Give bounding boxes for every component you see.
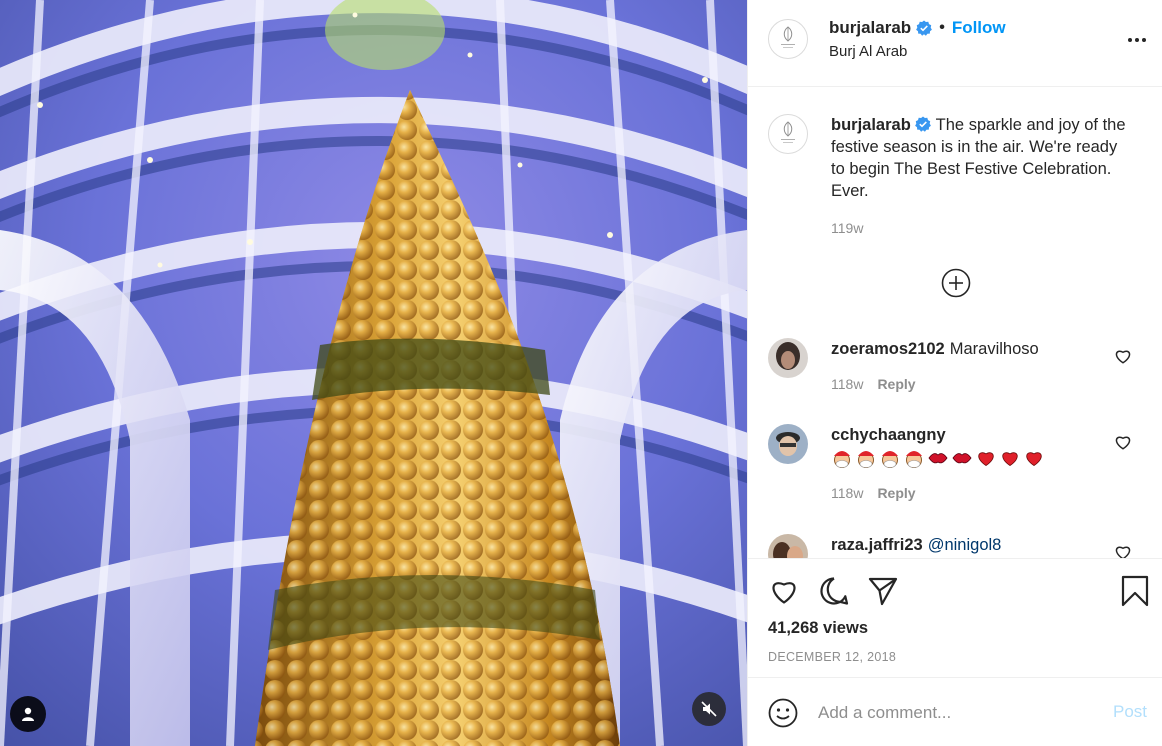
- location-link[interactable]: Burj Al Arab: [829, 43, 907, 60]
- commenter-username[interactable]: raza.jaffri23: [831, 536, 923, 554]
- santa-emoji: [858, 450, 874, 468]
- verified-badge-icon: [916, 20, 933, 36]
- emoji-icon[interactable]: [768, 698, 798, 728]
- user-photo: [768, 424, 808, 464]
- reply-button[interactable]: Reply: [877, 376, 915, 392]
- bookmark-icon[interactable]: [1119, 575, 1151, 607]
- follow-button[interactable]: Follow: [952, 18, 1006, 38]
- festive-tree-atrium-image: [0, 0, 747, 746]
- post-header: burjalarab • Follow Burj Al Arab: [748, 0, 1162, 87]
- reply-button[interactable]: Reply: [877, 485, 915, 501]
- heart-icon[interactable]: [1114, 433, 1132, 451]
- heart-emoji: [1002, 452, 1018, 466]
- santa-emoji: [906, 450, 922, 468]
- load-more-comments-icon[interactable]: [941, 268, 971, 298]
- post-comment-button[interactable]: Post: [1113, 702, 1147, 722]
- header-separator: •: [939, 19, 945, 36]
- burj-al-arab-logo: [781, 26, 795, 48]
- more-options-button[interactable]: [1126, 30, 1148, 50]
- commenter-avatar[interactable]: [768, 534, 808, 558]
- comment-icon[interactable]: [818, 575, 850, 607]
- comment-text-block: raza.jaffri23 @ninigol8: [831, 534, 1111, 556]
- commenter-username[interactable]: zoeramos2102: [831, 340, 945, 358]
- caption-username[interactable]: burjalarab: [831, 116, 911, 134]
- post-date[interactable]: DECEMBER 12, 2018: [768, 650, 896, 664]
- add-comment-bar: Post: [748, 677, 1162, 746]
- comment-text: Maravilhoso: [949, 340, 1039, 358]
- share-icon[interactable]: [867, 575, 899, 607]
- comment-timestamp[interactable]: 118w: [831, 376, 863, 392]
- comment-meta: 118w Reply: [831, 376, 916, 392]
- user-photo: [768, 338, 808, 378]
- comment-meta: 118w Reply: [831, 485, 916, 501]
- santa-emoji: [882, 450, 898, 468]
- user-photo: [768, 534, 808, 558]
- header-username[interactable]: burjalarab: [829, 18, 911, 38]
- lips-emoji: [952, 452, 972, 463]
- caption-timestamp[interactable]: 119w: [831, 220, 863, 236]
- comment-input[interactable]: [818, 699, 1098, 727]
- more-options-icon: [1128, 38, 1146, 42]
- burj-al-arab-logo: [781, 121, 795, 143]
- view-count[interactable]: 41,268 views: [768, 619, 868, 638]
- heart-icon[interactable]: [1114, 347, 1132, 365]
- comment-text-block: zoeramos2102 Maravilhoso: [831, 338, 1111, 360]
- heart-emoji: [1026, 452, 1042, 466]
- user-tag-button[interactable]: [10, 696, 46, 732]
- lips-emoji: [928, 452, 948, 463]
- comment-timestamp[interactable]: 118w: [831, 485, 863, 501]
- heart-icon[interactable]: [768, 575, 800, 607]
- emoji-row: [831, 448, 1045, 468]
- heart-icon[interactable]: [1114, 543, 1132, 558]
- user-tag-icon: [22, 707, 34, 721]
- mute-icon: [701, 701, 717, 717]
- commenter-username[interactable]: cchychaangny: [831, 426, 946, 444]
- heart-emoji: [978, 452, 994, 466]
- caption-avatar[interactable]: [768, 114, 808, 154]
- commenter-avatar[interactable]: [768, 338, 808, 378]
- verified-badge-icon: [915, 116, 932, 132]
- profile-avatar[interactable]: [768, 19, 808, 59]
- comment-mention[interactable]: @ninigol8: [928, 536, 1002, 554]
- post-details-panel: burjalarab • Follow Burj Al Arab burjala…: [747, 0, 1162, 746]
- post-actions: 41,268 views DECEMBER 12, 2018: [748, 558, 1162, 676]
- caption-text-block: burjalarab The sparkle and joy of the fe…: [831, 114, 1131, 202]
- santa-emoji: [834, 450, 850, 468]
- mute-button[interactable]: [692, 692, 726, 726]
- post-media-video[interactable]: [0, 0, 747, 746]
- comments-list[interactable]: burjalarab The sparkle and joy of the fe…: [748, 88, 1162, 558]
- commenter-avatar[interactable]: [768, 424, 808, 464]
- comment-text-block: cchychaangny: [831, 424, 1111, 468]
